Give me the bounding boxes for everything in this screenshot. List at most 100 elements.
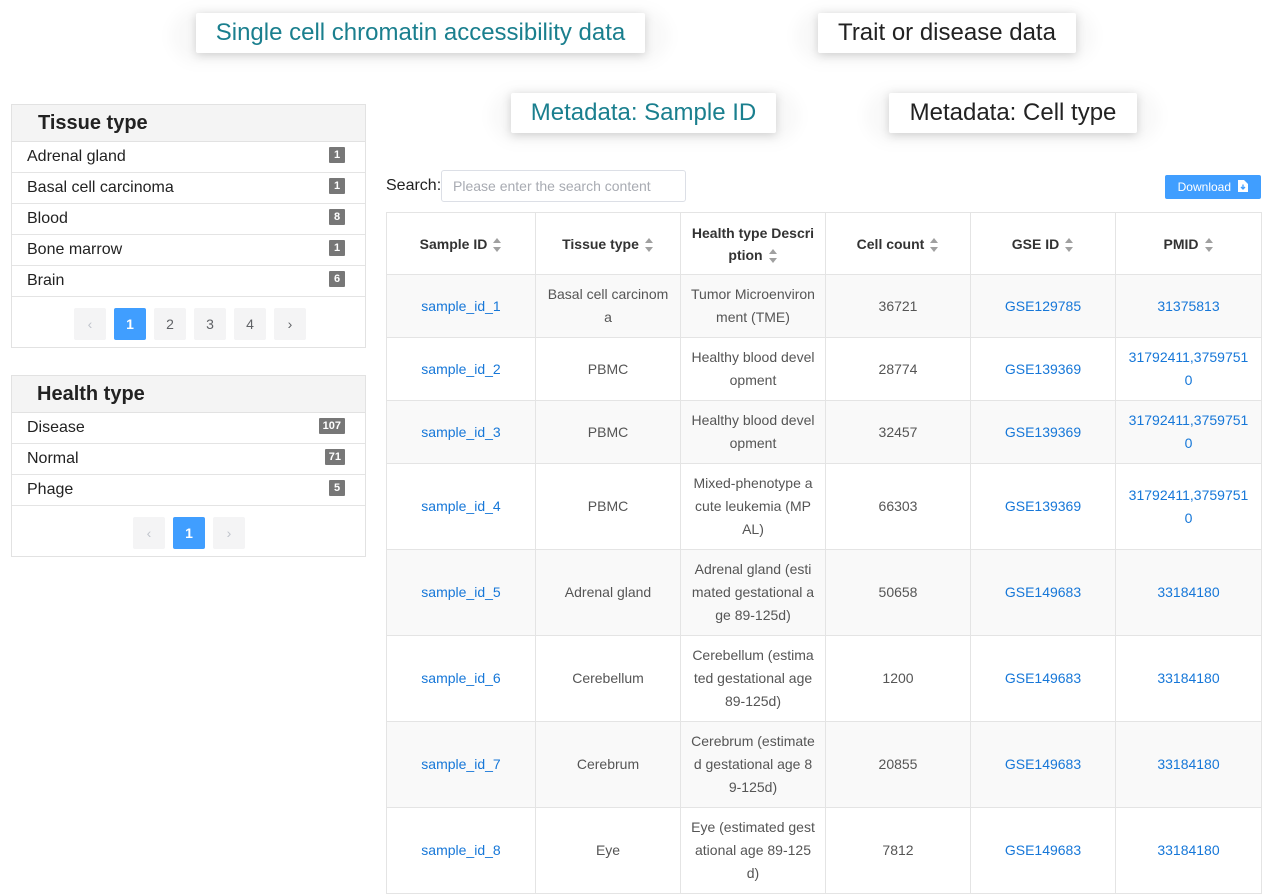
facet-item-label: Blood: [27, 210, 68, 227]
gse-id-link[interactable]: GSE139369: [970, 400, 1116, 464]
facet-item-label: Brain: [27, 272, 65, 289]
sample-id-link[interactable]: sample_id_5: [386, 549, 536, 636]
tab-single-cell-data[interactable]: Single cell chromatin accessibility data: [196, 13, 645, 53]
column-header-label: PMID: [1163, 235, 1199, 252]
count-badge: 1: [329, 147, 345, 163]
table-row: sample_id_3 PBMC Healthy blood developme…: [386, 400, 1262, 464]
facet-item[interactable]: Bone marrow 1: [12, 235, 365, 266]
next-page-button[interactable]: ›: [274, 308, 306, 340]
sample-id-link[interactable]: sample_id_8: [386, 807, 536, 894]
sort-icon[interactable]: [1204, 237, 1214, 252]
tab-metadata-sample-id[interactable]: Metadata: Sample ID: [511, 93, 776, 133]
sample-id-link[interactable]: sample_id_7: [386, 721, 536, 808]
pmid-link[interactable]: 31792411,37597510: [1115, 463, 1262, 550]
facet-item-label: Phage: [27, 481, 74, 498]
pmid-link[interactable]: 31792411,37597510: [1115, 337, 1262, 401]
sort-icon[interactable]: [930, 237, 939, 252]
health-type-cell: Mixed-phenotype acute leukemia (MPAL): [680, 463, 826, 550]
download-label: Download: [1177, 180, 1232, 194]
sample-id-link[interactable]: sample_id_6: [386, 635, 536, 722]
column-header-label: GSE ID: [1011, 235, 1060, 252]
table-row: sample_id_4 PBMC Mixed-phenotype acute l…: [386, 463, 1262, 550]
cell-count-cell: 28774: [825, 337, 971, 401]
count-badge: 71: [324, 449, 345, 465]
health-type-facet: Health type Disease 107 Normal 71 Phage 5 ‹…: [11, 375, 366, 557]
page-button-2[interactable]: 2: [154, 308, 186, 340]
tissue-type-cell: Basal cell carcinoma: [535, 274, 681, 338]
search-label: Search:: [386, 177, 442, 194]
pmid-link[interactable]: 33184180: [1115, 807, 1262, 894]
cell-count-cell: 36721: [825, 274, 971, 338]
sort-icon[interactable]: [644, 237, 654, 252]
gse-id-link[interactable]: GSE149683: [970, 549, 1116, 636]
table-row: sample_id_7 Cerebrum Cerebrum (estimated…: [386, 721, 1262, 808]
column-header-tissue-type[interactable]: Tissue type: [535, 212, 681, 275]
gse-id-link[interactable]: GSE139369: [970, 337, 1116, 401]
pmid-link[interactable]: 33184180: [1115, 549, 1262, 636]
count-badge: 1: [329, 240, 345, 256]
sample-id-link[interactable]: sample_id_2: [386, 337, 536, 401]
gse-id-link[interactable]: GSE149683: [970, 807, 1116, 894]
gse-id-link[interactable]: GSE149683: [970, 721, 1116, 808]
facet-item[interactable]: Disease 107: [12, 413, 365, 444]
column-header-cell-count[interactable]: Cell count: [825, 212, 971, 275]
sample-id-link[interactable]: sample_id_1: [386, 274, 536, 338]
column-header-gse-id[interactable]: GSE ID: [970, 212, 1116, 275]
gse-id-link[interactable]: GSE139369: [970, 463, 1116, 550]
sample-id-link[interactable]: sample_id_3: [386, 400, 536, 464]
cell-count-cell: 66303: [825, 463, 971, 550]
page-button-1[interactable]: 1: [173, 517, 205, 549]
table-row: sample_id_1 Basal cell carcinoma Tumor M…: [386, 274, 1262, 338]
tab-trait-disease-data[interactable]: Trait or disease data: [818, 13, 1076, 53]
sort-icon[interactable]: [493, 237, 502, 252]
cell-count-cell: 50658: [825, 549, 971, 636]
count-badge: 107: [318, 418, 345, 434]
table-header-row: Sample ID Tissue type Health type Descri…: [386, 212, 1262, 275]
next-page-button[interactable]: ›: [213, 517, 245, 549]
facet-item[interactable]: Blood 8: [12, 204, 365, 235]
gse-id-link[interactable]: GSE149683: [970, 635, 1116, 722]
facet-item[interactable]: Adrenal gland 1: [12, 142, 365, 173]
column-header-pmid[interactable]: PMID: [1115, 212, 1262, 275]
cell-count-cell: 7812: [825, 807, 971, 894]
cell-count-cell: 20855: [825, 721, 971, 808]
column-header-sample-id[interactable]: Sample ID: [386, 212, 536, 275]
pmid-link[interactable]: 31375813: [1115, 274, 1262, 338]
column-header-health-type[interactable]: Health type Description: [680, 212, 826, 275]
health-type-cell: Adrenal gland (estimated gestational age…: [680, 549, 826, 636]
tissue-type-cell: PBMC: [535, 463, 681, 550]
sort-icon[interactable]: [768, 248, 778, 263]
health-type-cell: Cerebellum (estimated gestational age 89…: [680, 635, 826, 722]
facet-item[interactable]: Normal 71: [12, 444, 365, 475]
file-download-icon: [1238, 180, 1249, 192]
tissue-type-title: Tissue type: [12, 105, 365, 142]
sort-icon[interactable]: [1065, 237, 1074, 252]
prev-page-button[interactable]: ‹: [133, 517, 165, 549]
tissue-type-cell: Cerebellum: [535, 635, 681, 722]
facet-item[interactable]: Basal cell carcinoma 1: [12, 173, 365, 204]
sample-id-link[interactable]: sample_id_4: [386, 463, 536, 550]
table-row: sample_id_5 Adrenal gland Adrenal gland …: [386, 549, 1262, 636]
page-button-3[interactable]: 3: [194, 308, 226, 340]
page-button-4[interactable]: 4: [234, 308, 266, 340]
tissue-type-cell: Eye: [535, 807, 681, 894]
samples-table: Sample ID Tissue type Health type Descri…: [386, 212, 1262, 894]
health-type-cell: Tumor Microenvironment (TME): [680, 274, 826, 338]
gse-id-link[interactable]: GSE129785: [970, 274, 1116, 338]
tissue-type-cell: PBMC: [535, 400, 681, 464]
facet-item[interactable]: Phage 5: [12, 475, 365, 506]
prev-page-button[interactable]: ‹: [74, 308, 106, 340]
pmid-link[interactable]: 33184180: [1115, 721, 1262, 808]
pmid-link[interactable]: 33184180: [1115, 635, 1262, 722]
column-header-label: Health type Description: [691, 224, 815, 263]
facet-item-label: Adrenal gland: [27, 148, 126, 165]
table-row: sample_id_2 PBMC Healthy blood developme…: [386, 337, 1262, 401]
health-type-cell: Cerebrum (estimated gestational age 89-1…: [680, 721, 826, 808]
pmid-link[interactable]: 31792411,37597510: [1115, 400, 1262, 464]
tab-metadata-cell-type[interactable]: Metadata: Cell type: [889, 93, 1137, 133]
tissue-type-facet: Tissue type Adrenal gland 1 Basal cell ca…: [11, 104, 366, 348]
search-input[interactable]: [441, 170, 686, 202]
page-button-1[interactable]: 1: [114, 308, 146, 340]
download-button[interactable]: Download: [1165, 175, 1261, 199]
facet-item[interactable]: Brain 6: [12, 266, 365, 297]
